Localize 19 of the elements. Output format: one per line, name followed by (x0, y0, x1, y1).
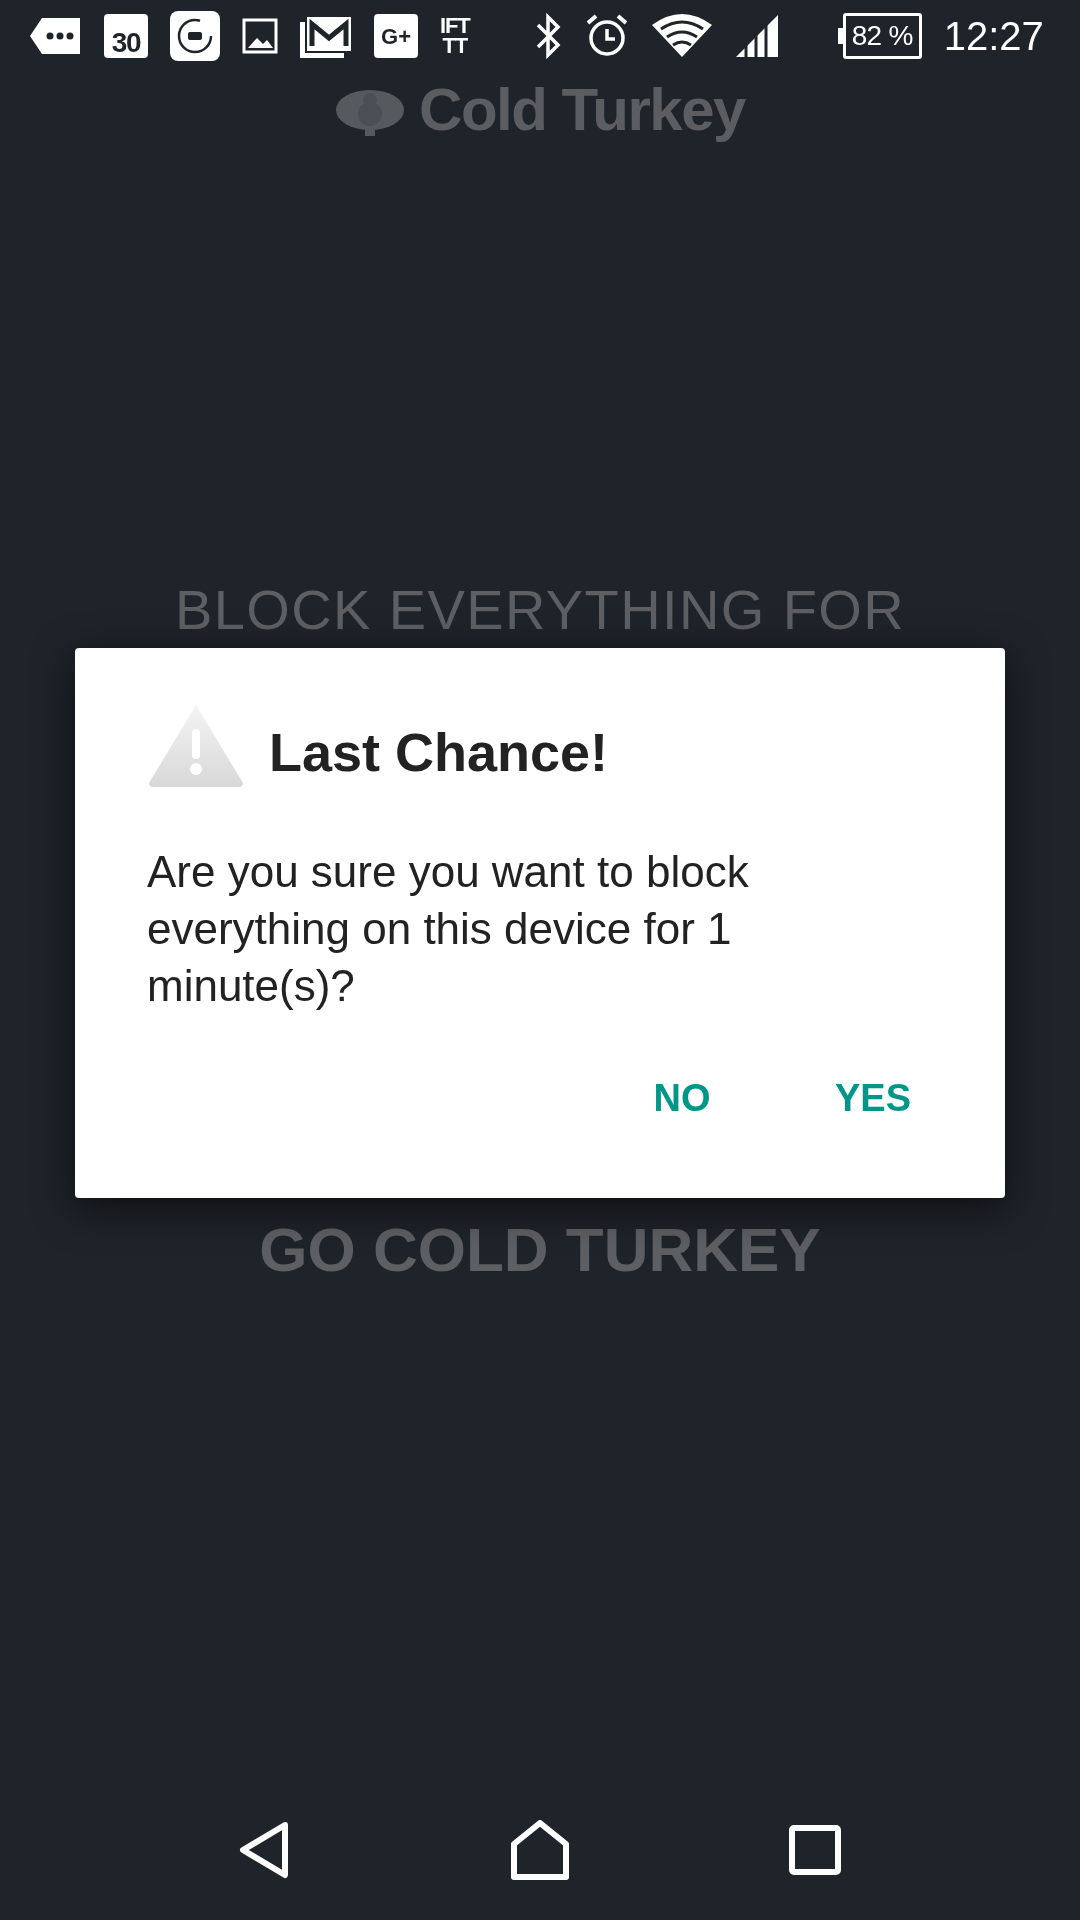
notification-tag-icon (28, 16, 82, 56)
calendar-icon: 30 (104, 14, 148, 58)
dialog-message: Are you sure you want to block everything on this device for 1 minute(s)? (147, 846, 750, 1012)
image-icon (242, 18, 278, 54)
ifttt-icon: IFT TT (440, 16, 470, 56)
wifi-icon (651, 13, 712, 59)
dialog-button[interactable]: NO (616, 1054, 747, 1143)
battery-indicator: 82 % (837, 13, 922, 59)
fitness-ring-icon (170, 11, 220, 61)
home-icon[interactable] (510, 1820, 570, 1880)
headline-text: BLOCK EVERYTHING FOR (174, 582, 906, 638)
app-logo-text: Cold Turkey (419, 80, 745, 140)
go-cold-turkey-button[interactable]: GO COLD TURKEY (249, 1203, 831, 1296)
dialog-button[interactable]: YES (806, 1054, 939, 1143)
clock-time: 12:27 (943, 13, 1044, 60)
google-plus-icon: G+ (374, 14, 418, 58)
recents-icon[interactable] (788, 1825, 841, 1875)
dialog-title: Last Chance! (269, 721, 609, 784)
mail-icon (300, 14, 352, 58)
